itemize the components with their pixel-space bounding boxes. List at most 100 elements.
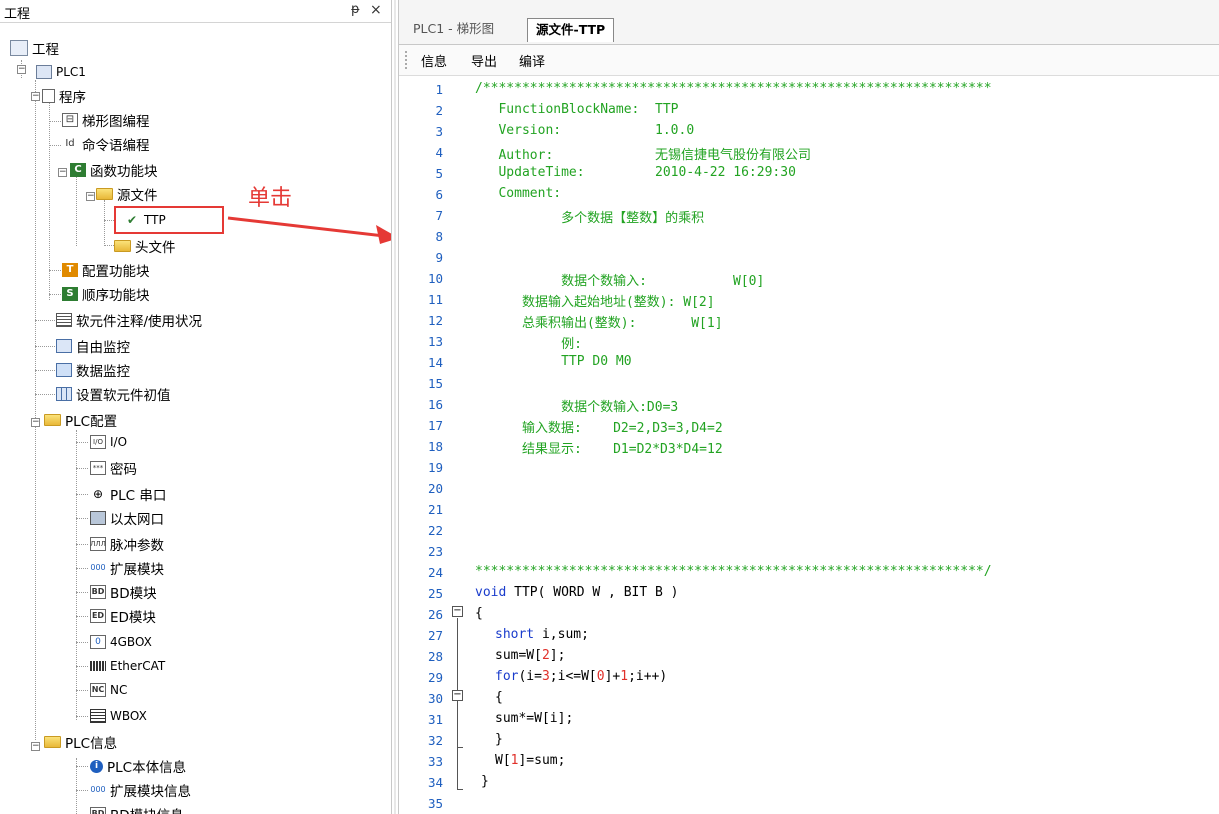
folder-icon — [44, 736, 61, 748]
line-number: 29 — [427, 670, 443, 685]
line-number: 10 — [427, 271, 443, 286]
tree-item-io[interactable]: I/O I/O — [90, 432, 127, 452]
code-line: 数据输入起始地址(整数): W[2] — [475, 295, 715, 310]
fold-guide-end — [457, 747, 463, 748]
code-line: 数据个数输入:D0=3 — [475, 400, 679, 415]
tree-item-ethercat[interactable]: EtherCAT — [90, 656, 165, 676]
code-line: sum=W[2]; — [495, 648, 566, 663]
line-number: 34 — [427, 775, 443, 790]
tree-item-pulse-params[interactable]: ЛЛЛ 脉冲参数 — [90, 534, 164, 554]
line-number: 35 — [427, 796, 443, 811]
tree-item-command[interactable]: Id 命令语编程 — [62, 134, 149, 154]
annotation-arrow — [227, 216, 399, 244]
table-icon — [56, 387, 72, 401]
line-number: 24 — [427, 565, 443, 580]
fold-toggle-function[interactable]: − — [452, 606, 463, 617]
plc-icon — [36, 65, 52, 79]
tree-item-config-blocks[interactable]: T 配置功能块 — [62, 260, 150, 280]
code-line: for(i=3;i<=W[0]+1;i++) — [495, 669, 668, 684]
bd-icon: BD — [90, 585, 106, 599]
export-button[interactable]: 导出 — [471, 51, 497, 70]
tree-item-4gbox[interactable]: 0 4GBOX — [90, 632, 152, 652]
tree-item-plc-config[interactable]: PLC配置 — [44, 410, 117, 430]
tree-item-nc[interactable]: NC NC — [90, 680, 127, 700]
tree-item-project[interactable]: 工程 — [10, 38, 59, 58]
collapse-functions-toggle[interactable]: − — [58, 168, 67, 177]
tree-item-plc-serial[interactable]: ⊕ PLC 串口 — [90, 484, 166, 504]
pin-icon[interactable]: ᵽ — [351, 2, 360, 17]
tree-item-plc-body-info[interactable]: i PLC本体信息 — [90, 756, 186, 776]
compile-button[interactable]: 编译 — [519, 51, 545, 70]
highlight-box — [114, 206, 224, 234]
tree-item-ladder[interactable]: ⊟ 梯形图编程 — [62, 110, 150, 130]
collapse-program-toggle[interactable]: − — [31, 92, 40, 101]
gbox-icon: 0 — [90, 635, 106, 649]
tree-item-soft-element-notes[interactable]: 软元件注释/使用状况 — [56, 310, 202, 330]
line-number: 17 — [427, 418, 443, 433]
line-number: 4 — [435, 145, 443, 160]
editor-toolbar: 信息 导出 编译 — [399, 45, 1219, 76]
tree-item-source-files[interactable]: 源文件 — [96, 184, 158, 204]
line-number: 11 — [427, 292, 443, 307]
fold-guide-end — [457, 789, 463, 790]
collapse-plc-config-toggle[interactable]: − — [31, 418, 40, 427]
line-number: 3 — [435, 124, 443, 139]
tree-item-wbox[interactable]: WBOX — [90, 706, 147, 726]
expansion-icon: 000 — [90, 563, 106, 572]
io-icon: I/O — [90, 435, 106, 449]
line-number: 19 — [427, 460, 443, 475]
code-line: Version: 1.0.0 — [475, 123, 695, 138]
tree-item-function-blocks[interactable]: C 函数功能块 — [70, 160, 158, 180]
tree-item-program[interactable]: 程序 — [42, 86, 86, 106]
project-panel-header: 工程 ᵽ × — [0, 0, 391, 23]
line-number: 12 — [427, 313, 443, 328]
tab-source-ttp[interactable]: 源文件-TTP — [527, 18, 615, 42]
collapse-plc-info-toggle[interactable]: − — [31, 742, 40, 751]
folder-icon — [44, 414, 61, 426]
line-number: 13 — [427, 334, 443, 349]
tree-item-ethernet[interactable]: 以太网口 — [90, 508, 164, 528]
tree-item-sequence-blocks[interactable]: S 顺序功能块 — [62, 284, 150, 304]
tree-item-soft-element-init[interactable]: 设置软元件初值 — [56, 384, 171, 404]
code-line: } — [481, 774, 489, 789]
code-line: W[1]=sum; — [495, 753, 566, 768]
command-icon: Id — [65, 138, 75, 149]
code-line: 例: — [475, 337, 582, 352]
nc-icon: NC — [90, 683, 106, 697]
serial-port-icon: ⊕ — [92, 487, 104, 501]
code-line: 结果显示: D1=D2*D3*D4=12 — [475, 442, 723, 457]
tree-item-header-files[interactable]: 头文件 — [114, 236, 176, 256]
line-number: 2 — [435, 103, 443, 118]
toolbar-grip[interactable] — [405, 51, 409, 69]
line-number: 7 — [435, 208, 443, 223]
tree-item-plc-info[interactable]: PLC信息 — [44, 732, 117, 752]
tree-item-plc1[interactable]: PLC1 — [36, 62, 86, 82]
collapse-plc1-toggle[interactable]: − — [17, 65, 26, 74]
tree-item-password[interactable]: *** 密码 — [90, 458, 137, 478]
info-button[interactable]: 信息 — [421, 51, 447, 70]
line-number: 20 — [427, 481, 443, 496]
close-icon[interactable]: × — [370, 2, 382, 18]
line-number: 31 — [427, 712, 443, 727]
tree-item-ed-module[interactable]: ED ED模块 — [90, 606, 156, 626]
document-icon — [42, 89, 55, 103]
info-icon: i — [90, 759, 103, 773]
tree-item-expansion-module[interactable]: 000 扩展模块 — [90, 558, 164, 578]
tree-item-data-monitor[interactable]: 数据监控 — [56, 360, 130, 380]
code-editor[interactable]: 1 2 3 4 5 6 7 8 9 10 11 12 13 14 15 16 1… — [399, 76, 1219, 814]
tree-item-bd-module[interactable]: BD BD模块 — [90, 582, 157, 602]
tree-item-free-monitor[interactable]: 自由监控 — [56, 336, 130, 356]
tab-ladder-diagram[interactable]: PLC1 - 梯形图 — [405, 18, 502, 40]
panel-title: 工程 — [4, 7, 31, 22]
fold-toggle-for-block[interactable]: − — [452, 690, 463, 701]
line-number: 5 — [435, 166, 443, 181]
tree-item-bd-info[interactable]: BD BD模块信息 — [90, 804, 184, 814]
code-line: Comment: — [475, 186, 562, 201]
tree-item-expansion-info[interactable]: 000 扩展模块信息 — [90, 780, 191, 800]
panel-splitter[interactable] — [391, 0, 399, 814]
bd-info-icon: BD — [90, 807, 106, 814]
code-line: void TTP( WORD W , BIT B ) — [475, 585, 679, 600]
collapse-source-toggle[interactable]: − — [86, 192, 95, 201]
code-line: 总乘积输出(整数): W[1] — [475, 316, 723, 331]
code-line: 输入数据: D2=2,D3=3,D4=2 — [475, 421, 723, 436]
